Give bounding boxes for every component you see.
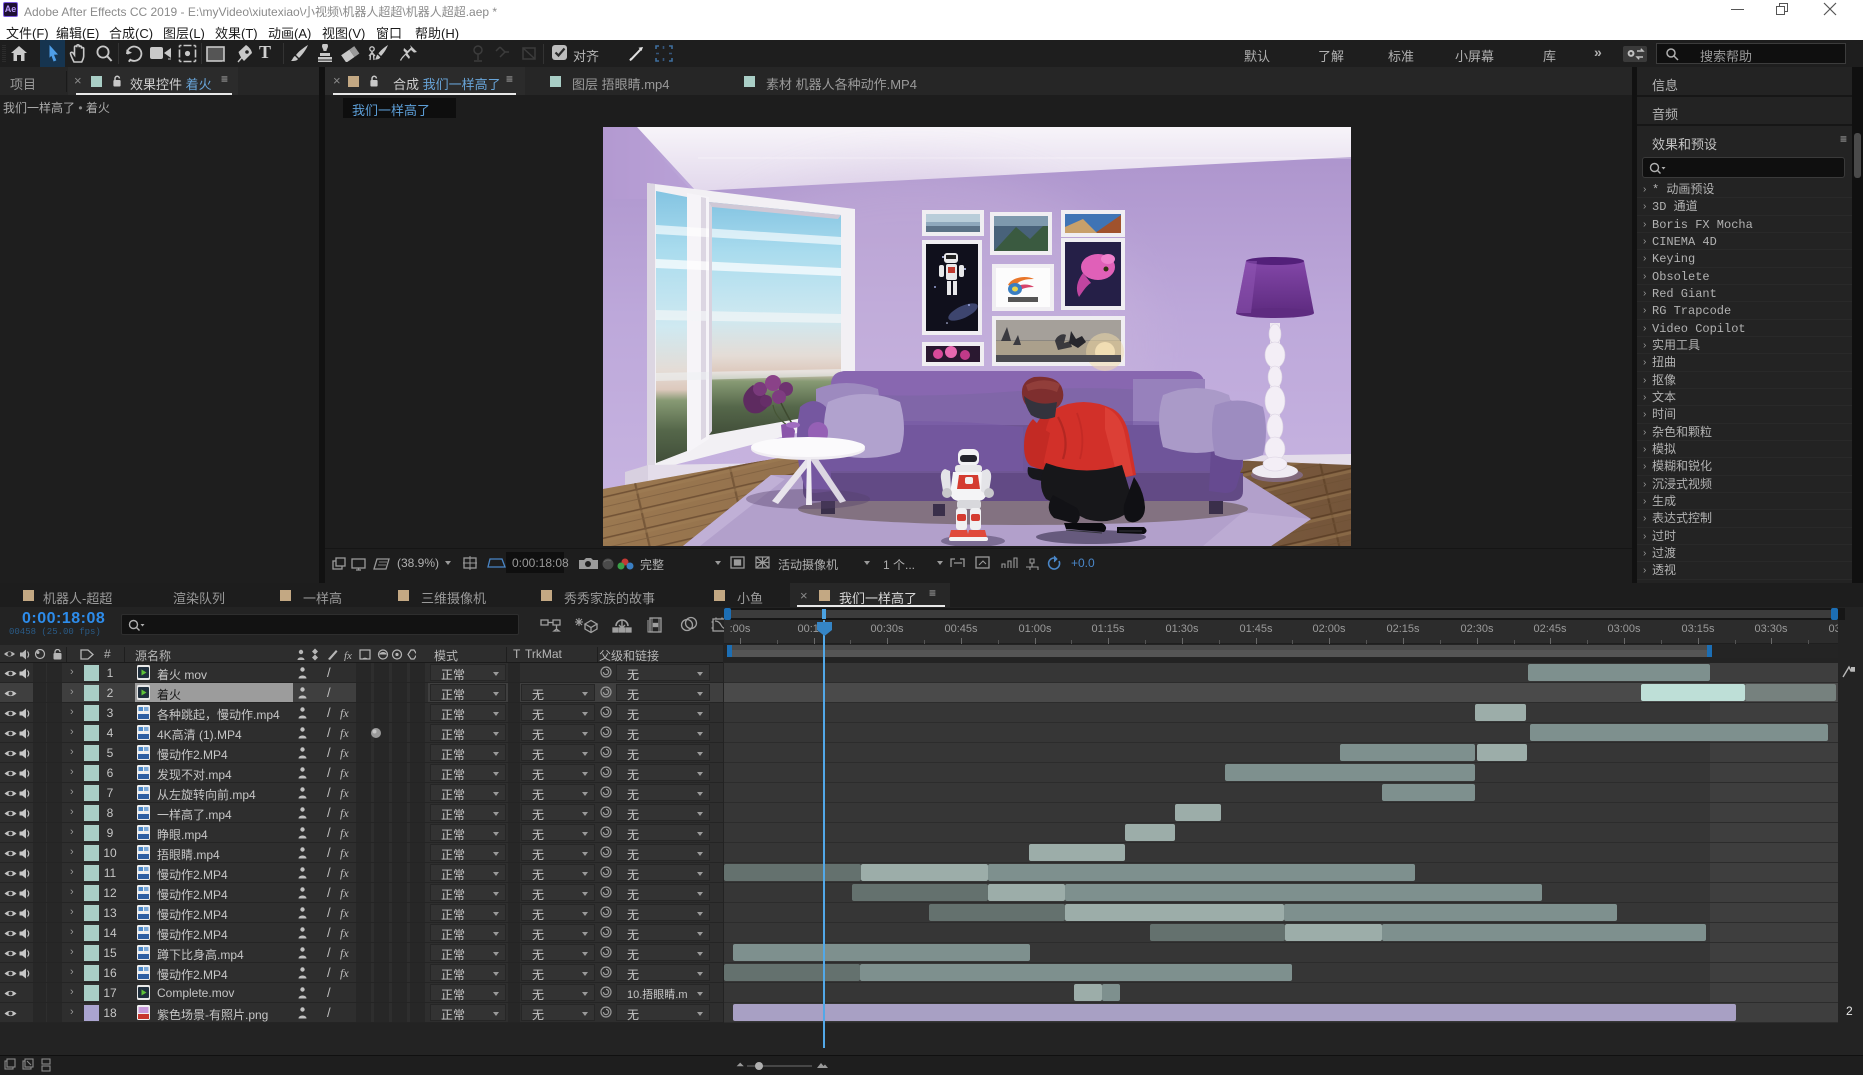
svg-text:fx: fx	[344, 650, 352, 661]
